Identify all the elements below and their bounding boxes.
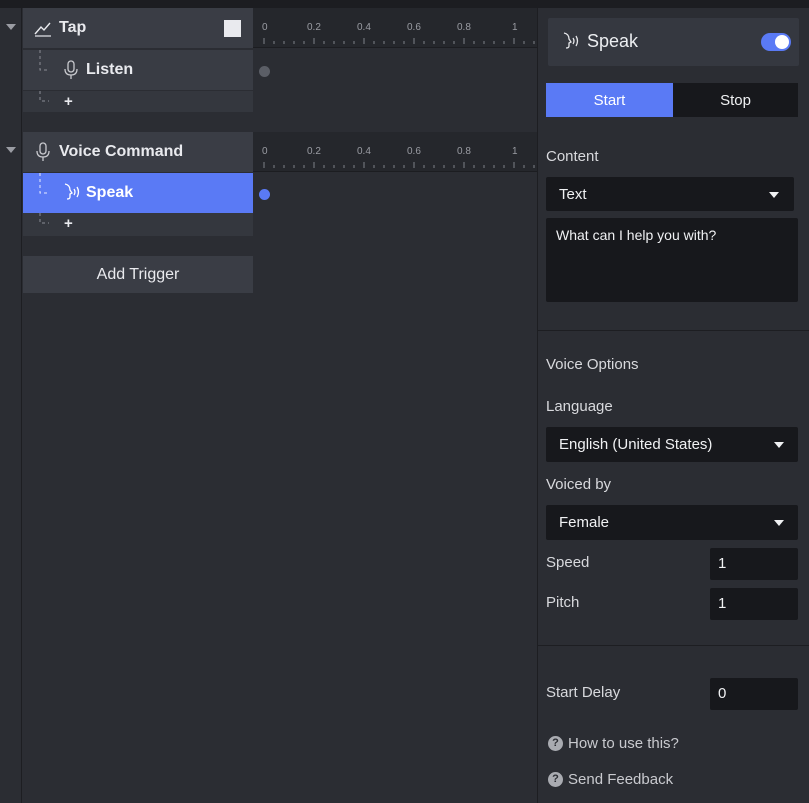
ruler-tick-label: 0.4 xyxy=(357,22,371,33)
divider xyxy=(538,645,809,646)
action-label: Speak xyxy=(86,184,134,201)
chevron-down-icon xyxy=(774,520,784,526)
speak-icon xyxy=(560,31,582,58)
trigger-title: Voice Command xyxy=(59,143,184,160)
collapse-column xyxy=(0,8,22,803)
microphone-icon xyxy=(63,60,79,85)
voice-options-heading: Voice Options xyxy=(546,356,639,373)
timeline-keyframe-dot[interactable] xyxy=(259,66,270,77)
tree-connector-icon xyxy=(39,173,49,194)
dropdown-value: Text xyxy=(559,186,587,203)
ruler-tick-label: 0.8 xyxy=(457,22,471,33)
ruler-tick-label: 0.4 xyxy=(357,146,371,157)
top-border xyxy=(0,0,809,8)
link-label: Send Feedback xyxy=(568,771,674,788)
enable-toggle[interactable] xyxy=(761,33,791,51)
trigger-voice-command-header[interactable]: Voice Command xyxy=(23,132,253,172)
ruler-tick-label: 1 xyxy=(512,146,518,157)
content-label: Content xyxy=(546,148,599,165)
tree-connector-icon xyxy=(39,213,49,224)
language-label: Language xyxy=(546,398,613,415)
input-value: 1 xyxy=(718,555,727,572)
input-value: 1 xyxy=(718,595,727,612)
collapse-tap-caret-icon[interactable] xyxy=(6,24,16,30)
divider xyxy=(538,330,809,331)
voiced-by-dropdown[interactable]: Female xyxy=(546,505,798,540)
dropdown-value: Female xyxy=(559,514,610,531)
timeline-ruler-tap: 0 0.2 0.4 0.6 0.8 1 xyxy=(253,8,537,48)
ruler-tick-label: 0.6 xyxy=(407,146,421,157)
trigger-tap-header[interactable]: Tap xyxy=(23,8,253,48)
pitch-label: Pitch xyxy=(546,594,580,611)
ruler-ticks-icon xyxy=(263,38,535,44)
content-type-dropdown[interactable]: Text xyxy=(546,177,794,211)
help-question-icon: ? xyxy=(548,736,563,751)
microphone-icon xyxy=(35,142,51,162)
input-value: 0 xyxy=(718,685,727,702)
link-label: How to use this? xyxy=(568,735,679,752)
tree-connector-icon xyxy=(39,91,49,102)
ruler-tick-label: 1 xyxy=(512,22,518,33)
speed-input[interactable]: 1 xyxy=(710,548,798,580)
panel-title: Speak xyxy=(587,31,639,51)
ruler-tick-label: 0.2 xyxy=(307,146,321,157)
how-to-use-link[interactable]: ? How to use this? xyxy=(548,735,679,752)
tap-trigger-icon xyxy=(33,18,53,38)
pitch-input[interactable]: 1 xyxy=(710,588,798,620)
action-row-speak-selected[interactable]: Speak xyxy=(23,173,253,213)
ruler-tick-label: 0.2 xyxy=(307,22,321,33)
stop-square-icon[interactable] xyxy=(224,19,241,37)
speed-label: Speed xyxy=(546,554,590,571)
add-action-button[interactable]: + xyxy=(64,215,73,232)
dropdown-value: English (United States) xyxy=(559,436,713,453)
speak-icon xyxy=(61,182,83,209)
speech-text: What can I help you with? xyxy=(556,227,717,243)
add-trigger-button[interactable]: Add Trigger xyxy=(23,256,253,293)
trigger-title: Tap xyxy=(59,19,87,36)
start-delay-input[interactable]: 0 xyxy=(710,678,798,710)
collapse-voice-command-caret-icon[interactable] xyxy=(6,147,16,153)
tree-connector-icon xyxy=(39,50,49,71)
action-row-listen[interactable]: Listen xyxy=(23,49,253,90)
ruler-tick-label: 0 xyxy=(262,22,268,33)
voiced-by-label: Voiced by xyxy=(546,476,612,493)
start-delay-label: Start Delay xyxy=(546,684,621,701)
add-action-row[interactable]: + xyxy=(23,213,253,236)
panel-header: Speak xyxy=(548,18,799,66)
help-question-icon: ? xyxy=(548,772,563,787)
ruler-ticks-icon xyxy=(263,162,535,168)
action-label: Listen xyxy=(86,61,134,78)
send-feedback-link[interactable]: ? Send Feedback xyxy=(548,771,673,788)
ruler-tick-label: 0.6 xyxy=(407,22,421,33)
add-action-button[interactable]: + xyxy=(64,93,73,110)
language-dropdown[interactable]: English (United States) xyxy=(546,427,798,462)
add-action-row[interactable]: + xyxy=(23,90,253,112)
timeline-ruler-voice-command: 0 0.2 0.4 0.6 0.8 1 xyxy=(253,132,537,172)
toggle-knob xyxy=(775,35,789,49)
chevron-down-icon xyxy=(774,442,784,448)
ruler-tick-label: 0.8 xyxy=(457,146,471,157)
tab-stop[interactable]: Stop xyxy=(673,83,798,117)
tab-start[interactable]: Start xyxy=(546,83,673,117)
speech-text-area[interactable]: What can I help you with? xyxy=(546,218,798,302)
chevron-down-icon xyxy=(769,192,779,198)
timeline-keyframe-dot-active[interactable] xyxy=(259,189,270,200)
ruler-tick-label: 0 xyxy=(262,146,268,157)
